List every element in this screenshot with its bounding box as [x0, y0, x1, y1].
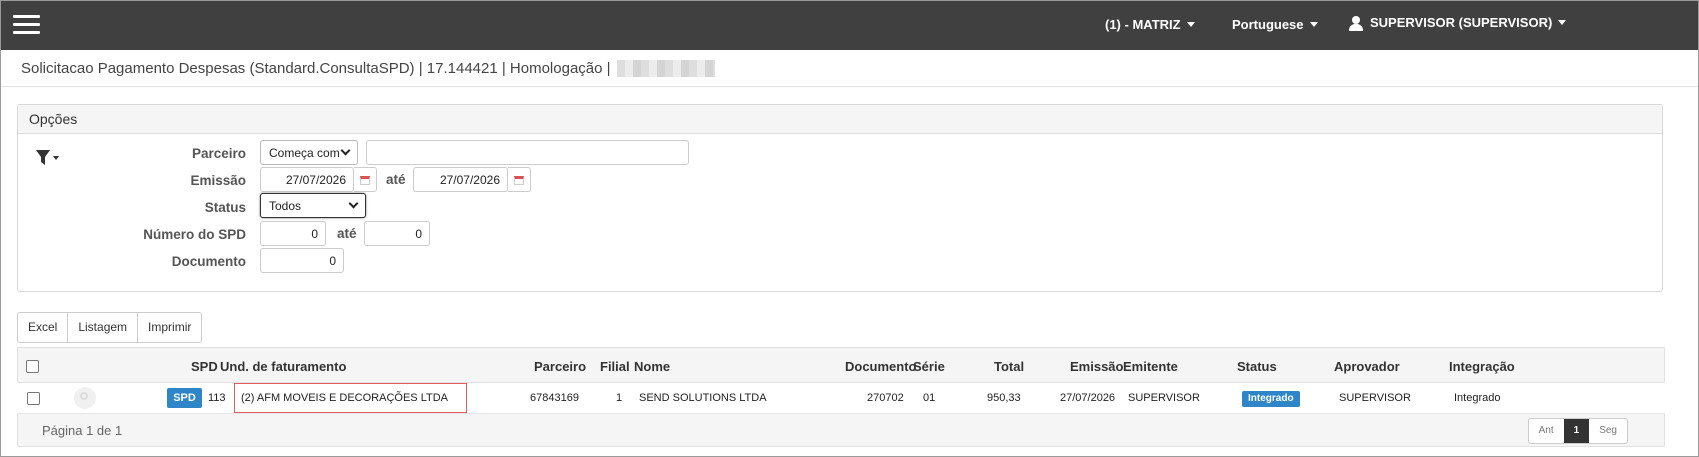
pagination: Ant 1 Seg: [1527, 418, 1628, 444]
options-panel: Opções Parceiro Começa com Emissão 27/07…: [17, 104, 1663, 292]
options-header: Opções: [18, 105, 1662, 134]
numero-spd-to-input[interactable]: 0: [364, 221, 430, 246]
parceiro-input[interactable]: [366, 140, 689, 165]
col-status[interactable]: Status: [1237, 359, 1277, 374]
cell-integracao: Integrado: [1454, 392, 1501, 404]
numero-ate-label: até: [337, 226, 357, 241]
prev-page-button[interactable]: Ant: [1529, 419, 1564, 443]
top-navbar: (1) - MATRIZ Portuguese SUPERVISOR (SUPE…: [1, 1, 1698, 50]
user-dropdown[interactable]: SUPERVISOR (SUPERVISOR): [1349, 15, 1567, 31]
col-emissao[interactable]: Emissão: [1070, 359, 1123, 374]
language-label: Portuguese: [1232, 17, 1304, 32]
status-select[interactable]: Todos: [260, 193, 366, 218]
calendar-icon[interactable]: [508, 167, 531, 192]
hamburger-menu-icon[interactable]: [13, 15, 40, 35]
table-header: SPD Und. de faturamento Parceiro Filial …: [17, 347, 1665, 383]
user-icon: [1349, 15, 1363, 31]
numero-spd-from-input[interactable]: 0: [260, 221, 326, 246]
search-icon[interactable]: [74, 387, 96, 409]
cell-filial: 1: [616, 392, 623, 404]
numero-spd-label: Número do SPD: [143, 227, 246, 242]
cell-total: 950,33: [987, 392, 1021, 404]
col-und-faturamento[interactable]: Und. de faturamento: [220, 359, 346, 374]
title-divider: [1, 86, 1698, 87]
col-spd[interactable]: SPD: [191, 359, 218, 374]
emissao-from-input[interactable]: 27/07/2026: [260, 167, 354, 192]
caret-down-icon: [1558, 20, 1567, 25]
caret-down-icon: [1309, 22, 1318, 27]
col-total[interactable]: Total: [994, 359, 1024, 374]
company-dropdown[interactable]: (1) - MATRIZ: [1105, 17, 1195, 32]
spd-badge-button[interactable]: SPD: [167, 388, 202, 408]
col-aprovador[interactable]: Aprovador: [1334, 359, 1400, 374]
cell-aprovador: SUPERVISOR: [1339, 392, 1411, 404]
col-filial[interactable]: Filial: [600, 359, 630, 374]
status-select-value: Todos: [269, 198, 302, 213]
chevron-down-icon: [348, 198, 359, 209]
select-all-checkbox[interactable]: [26, 360, 39, 373]
cell-emissao: 27/07/2026: [1060, 392, 1116, 404]
status-label: Status: [204, 200, 246, 215]
next-page-button[interactable]: Seg: [1589, 419, 1627, 443]
cell-nome: SEND SOLUTIONS LTDA: [639, 392, 767, 404]
caret-down-icon: [1186, 22, 1195, 27]
excel-button[interactable]: Excel: [18, 313, 69, 342]
company-label: (1) - MATRIZ: [1105, 17, 1181, 32]
col-nome[interactable]: Nome: [634, 359, 670, 374]
emissao-ate-label: até: [386, 172, 406, 187]
documento-input[interactable]: 0: [260, 248, 344, 273]
listagem-button[interactable]: Listagem: [68, 313, 139, 342]
parceiro-mode-select[interactable]: Começa com: [260, 140, 358, 165]
cell-parceiro: 67843169: [530, 392, 579, 404]
parceiro-label: Parceiro: [191, 146, 246, 161]
cell-und-faturamento: (2) AFM MOVEIS E DECORAÇÕES LTDA: [241, 392, 448, 404]
calendar-icon[interactable]: [354, 167, 377, 192]
imprimir-button[interactable]: Imprimir: [138, 313, 201, 342]
col-documento[interactable]: Documento: [845, 359, 917, 374]
status-badge: Integrado: [1242, 391, 1300, 407]
user-label: SUPERVISOR (SUPERVISOR): [1370, 15, 1553, 30]
page-1-button[interactable]: 1: [1563, 419, 1590, 443]
cell-spd: 113: [208, 392, 226, 404]
documento-label: Documento: [171, 254, 246, 269]
col-integracao[interactable]: Integração: [1449, 359, 1515, 374]
parceiro-mode-value: Começa com: [269, 145, 340, 160]
col-serie[interactable]: Série: [913, 359, 945, 374]
col-emitente[interactable]: Emitente: [1123, 359, 1178, 374]
page-title: Solicitacao Pagamento Despesas (Standard…: [21, 60, 715, 77]
page-title-text: Solicitacao Pagamento Despesas (Standard…: [21, 60, 611, 77]
cell-emitente: SUPERVISOR: [1128, 392, 1200, 404]
pagination-info: Página 1 de 1: [42, 423, 123, 438]
row-checkbox[interactable]: [27, 392, 40, 405]
action-button-group: Excel Listagem Imprimir: [17, 312, 203, 343]
emissao-to-input[interactable]: 27/07/2026: [413, 167, 508, 192]
language-dropdown[interactable]: Portuguese: [1232, 17, 1318, 32]
cell-documento: 270702: [867, 392, 904, 404]
chevron-down-icon: [340, 145, 351, 156]
table-footer: Página 1 de 1 Ant 1 Seg: [17, 414, 1665, 447]
table-row[interactable]: SPD 113 (2) AFM MOVEIS E DECORAÇÕES LTDA…: [17, 383, 1665, 414]
col-parceiro[interactable]: Parceiro: [534, 359, 586, 374]
redacted-environment: [616, 60, 715, 77]
cell-serie: 01: [923, 392, 936, 404]
emissao-label: Emissão: [190, 173, 246, 188]
